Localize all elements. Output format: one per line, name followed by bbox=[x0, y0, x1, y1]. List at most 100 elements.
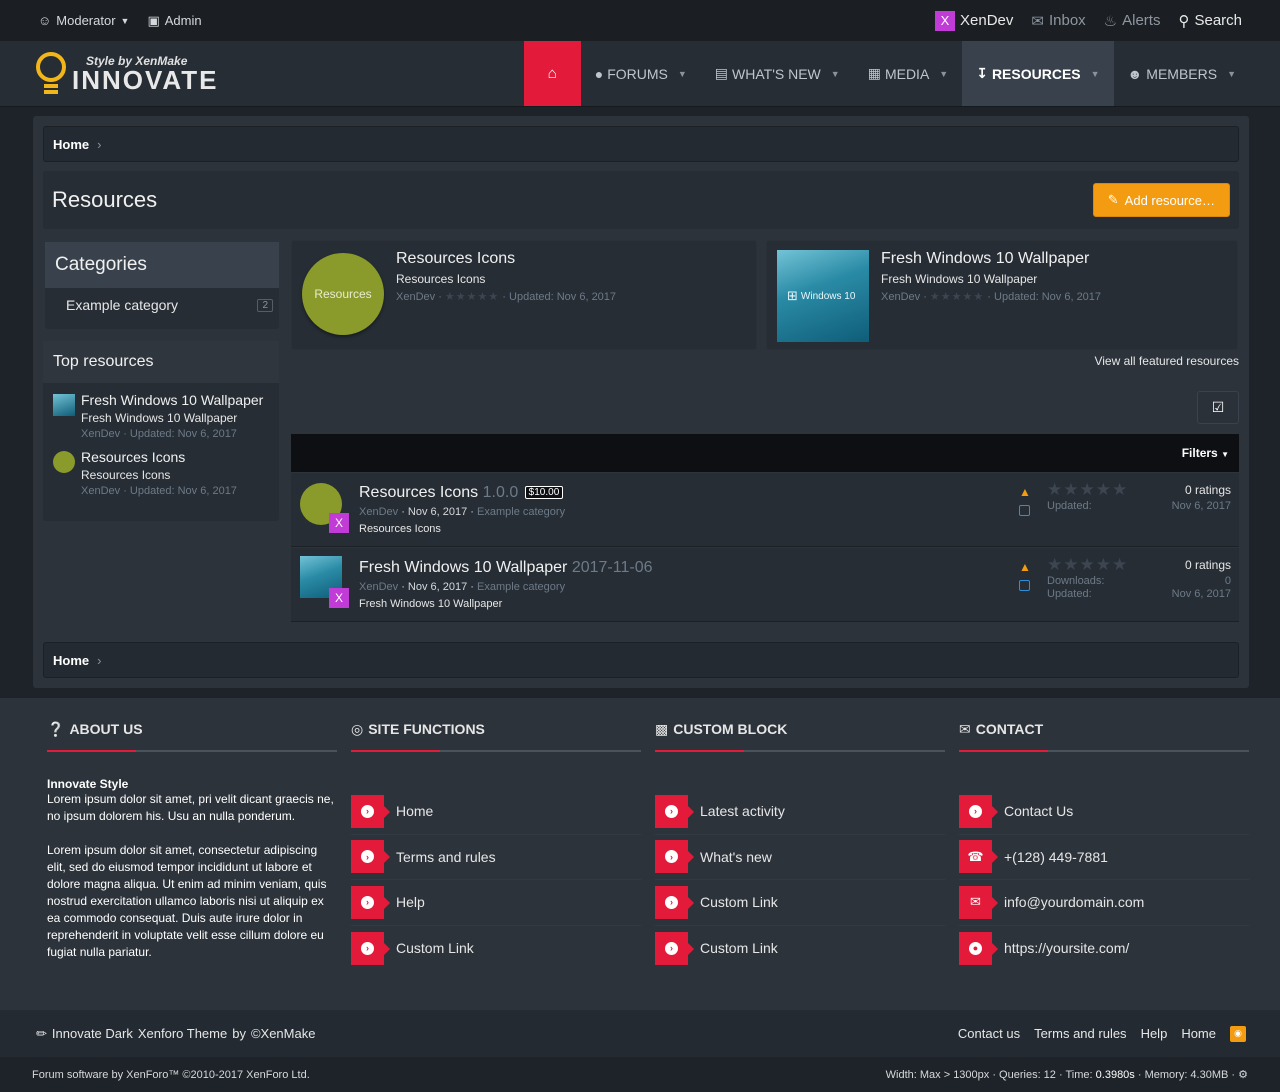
nav-home-button[interactable]: ⌂ bbox=[523, 41, 581, 106]
nav-whats-new[interactable]: ▤ What's new ▼ bbox=[701, 41, 854, 106]
caret-down-icon[interactable]: ▼ bbox=[939, 69, 948, 79]
category-item[interactable]: Example category 2 bbox=[45, 288, 279, 322]
footer-link[interactable]: › Terms and rules bbox=[351, 835, 641, 880]
footer-link[interactable]: › What's new bbox=[655, 835, 945, 880]
caret-down-icon[interactable]: ▼ bbox=[831, 69, 840, 79]
home-icon: ⌂ bbox=[547, 65, 557, 82]
resource-row[interactable]: X Fresh Windows 10 Wallpaper 2017-11-06 … bbox=[291, 548, 1239, 622]
paint-brush-icon: ✏ bbox=[36, 1025, 47, 1041]
caret-down-icon[interactable]: ▼ bbox=[678, 69, 687, 79]
gear-icon[interactable]: ⚙ bbox=[1238, 1069, 1248, 1081]
footer-home-link[interactable]: Home bbox=[1181, 1026, 1216, 1041]
add-resource-button[interactable]: ✎ Add resource… bbox=[1092, 183, 1230, 217]
footer-link[interactable]: › Contact Us bbox=[959, 789, 1249, 835]
footer-contact-link[interactable]: Contact us bbox=[958, 1026, 1020, 1041]
arrow-circle-right-icon: › bbox=[351, 931, 390, 965]
footer-custom-block: ▩ Custom block › Latest activity › What's n… bbox=[655, 721, 945, 971]
lock-icon: ▣ bbox=[147, 12, 160, 28]
resource-title: Resources Icons 1.0.0 $10.00 bbox=[359, 484, 1019, 502]
footer-help-link[interactable]: Help bbox=[1141, 1026, 1168, 1041]
arrow-circle-right-icon: › bbox=[351, 885, 390, 919]
alerts-link[interactable]: ♨ Alerts bbox=[1104, 12, 1161, 30]
author-avatar[interactable]: X bbox=[329, 588, 349, 608]
envelope-icon: ✉ bbox=[959, 885, 998, 919]
footer-link[interactable]: ● https://yoursite.com/ bbox=[959, 926, 1249, 972]
top-resource-title[interactable]: Fresh Windows 10 Wallpaper bbox=[81, 392, 263, 408]
footer-link[interactable]: › Custom Link bbox=[655, 926, 945, 972]
footer-link[interactable]: ☎ +(128) 449-7881 bbox=[959, 835, 1249, 880]
top-resource-title[interactable]: Resources Icons bbox=[81, 449, 237, 465]
copyright-text[interactable]: Forum software by XenForo™ ©2010-2017 Xe… bbox=[32, 1069, 310, 1081]
rss-icon[interactable]: ◉ bbox=[1230, 1025, 1246, 1042]
main-nav: ⌂ ● Forums ▼ ▤ What's new ▼ ▦ Media ▼ ↧ … bbox=[523, 41, 1250, 106]
breadcrumb-home[interactable]: Home bbox=[53, 653, 89, 668]
caret-down-icon[interactable]: ▼ bbox=[1091, 69, 1100, 79]
caret-down-icon: ▼ bbox=[1221, 450, 1229, 459]
view-all-featured-link[interactable]: View all featured resources bbox=[1043, 354, 1239, 368]
moderator-menu[interactable]: ☺ Moderator ▼ bbox=[38, 13, 129, 28]
arrow-circle-right-icon: › bbox=[351, 794, 390, 828]
page-header: Resources ✎ Add resource… bbox=[43, 171, 1239, 229]
main-content: Home › Resources ✎ Add resource… Categor… bbox=[33, 116, 1249, 688]
site-logo[interactable]: Style by XenMake INNOVATE bbox=[0, 41, 218, 106]
footer-link[interactable]: › Custom Link bbox=[655, 880, 945, 926]
rating-stars: ★★★★★ bbox=[444, 291, 500, 303]
windows-icon: ⊞ bbox=[787, 288, 798, 303]
section-rule bbox=[655, 750, 945, 752]
theme-credit: ✏ Innovate Dark Xenforo Theme by ©XenMak… bbox=[36, 1025, 316, 1041]
rating-stars: ★★★★★ bbox=[1047, 480, 1129, 499]
debug-stats: Width: Max > 1300px · Queries: 12 · Time… bbox=[885, 1069, 1248, 1081]
breadcrumb-bottom: Home › bbox=[43, 642, 1239, 678]
newspaper-icon: ▤ bbox=[714, 65, 729, 81]
top-resource-item[interactable]: Resources Icons Resources Icons XenDev ·… bbox=[43, 440, 279, 497]
nav-forums[interactable]: ● Forums ▼ bbox=[581, 41, 701, 106]
footer-about: ❔ About us Innovate Style Lorem ipsum dol… bbox=[47, 721, 337, 961]
top-resource-item[interactable]: Fresh Windows 10 Wallpaper Fresh Windows… bbox=[43, 383, 279, 440]
question-circle-icon: ❔ bbox=[47, 720, 65, 737]
featured-resource-title[interactable]: Fresh Windows 10 Wallpaper bbox=[881, 250, 1101, 268]
admin-link[interactable]: ▣ Admin bbox=[147, 13, 201, 29]
featured-resource[interactable]: Resources Resources Icons Resources Icon… bbox=[291, 240, 757, 350]
footer-link[interactable]: › Help bbox=[351, 880, 641, 926]
nav-members[interactable]: ☻ Members ▼ bbox=[1114, 41, 1250, 106]
footer-link[interactable]: › Home bbox=[351, 789, 641, 835]
site-header: Style by XenMake INNOVATE ⌂ ● Forums ▼ ▤… bbox=[0, 41, 1280, 107]
nav-media[interactable]: ▦ Media ▼ bbox=[854, 41, 963, 106]
footer-link[interactable]: › Custom Link bbox=[351, 926, 641, 972]
arrow-circle-right-icon: › bbox=[655, 794, 694, 828]
comments-icon: ● bbox=[594, 65, 604, 82]
footer-link[interactable]: › Latest activity bbox=[655, 789, 945, 835]
user-menu[interactable]: X XenDev bbox=[935, 10, 1013, 31]
author-avatar[interactable]: X bbox=[329, 513, 349, 533]
arrow-circle-right-icon: › bbox=[959, 794, 998, 828]
site-footer: ❔ About us Innovate Style Lorem ipsum dol… bbox=[0, 698, 1280, 1010]
footer-contact: ✉ Contact › Contact Us ☎ +(128) 449-7881 ✉ i… bbox=[959, 721, 1249, 971]
nav-resources[interactable]: ↧ Resources ▼ bbox=[962, 41, 1114, 106]
categories-block: Categories Example category 2 bbox=[45, 242, 279, 329]
footer-links: Contact us Terms and rules Help Home ◉ bbox=[958, 1025, 1246, 1042]
resource-thumbnail: ⊞ Windows 10 bbox=[777, 250, 869, 342]
select-checkbox[interactable] bbox=[1019, 580, 1030, 591]
featured-resource-title[interactable]: Resources Icons bbox=[396, 250, 616, 268]
caret-down-icon[interactable]: ▼ bbox=[1227, 69, 1236, 79]
envelope-icon: ✉ bbox=[959, 720, 971, 737]
featured-resource[interactable]: ⊞ Windows 10 Fresh Windows 10 Wallpaper F… bbox=[766, 240, 1238, 350]
envelope-icon: ✉ bbox=[1031, 12, 1044, 30]
footer-link[interactable]: ✉ info@yourdomain.com bbox=[959, 880, 1249, 926]
resource-row[interactable]: X Resources Icons 1.0.0 $10.00 XenDev · … bbox=[291, 473, 1239, 547]
resource-thumbnail: Resources bbox=[302, 253, 384, 335]
select-toggle-button[interactable]: ☑ bbox=[1197, 391, 1239, 424]
breadcrumb-home[interactable]: Home bbox=[53, 137, 89, 152]
filters-button[interactable]: Filters ▼ bbox=[1182, 446, 1229, 460]
user-circle-icon: ☺ bbox=[38, 13, 52, 28]
select-checkbox[interactable] bbox=[1019, 505, 1030, 516]
footer-terms-link[interactable]: Terms and rules bbox=[1034, 1026, 1126, 1041]
inbox-link[interactable]: ✉ Inbox bbox=[1031, 12, 1085, 30]
page-title: Resources bbox=[52, 187, 158, 212]
megaphone-icon: ▲ bbox=[1019, 560, 1031, 574]
arrow-circle-right-icon: › bbox=[655, 885, 694, 919]
top-resources-block: Top resources Fresh Windows 10 Wallpaper… bbox=[43, 341, 279, 521]
user-avatar: X bbox=[935, 10, 956, 31]
search-link[interactable]: ⚲ Search bbox=[1178, 12, 1242, 30]
rating-stars: ★★★★★ bbox=[1047, 555, 1129, 574]
